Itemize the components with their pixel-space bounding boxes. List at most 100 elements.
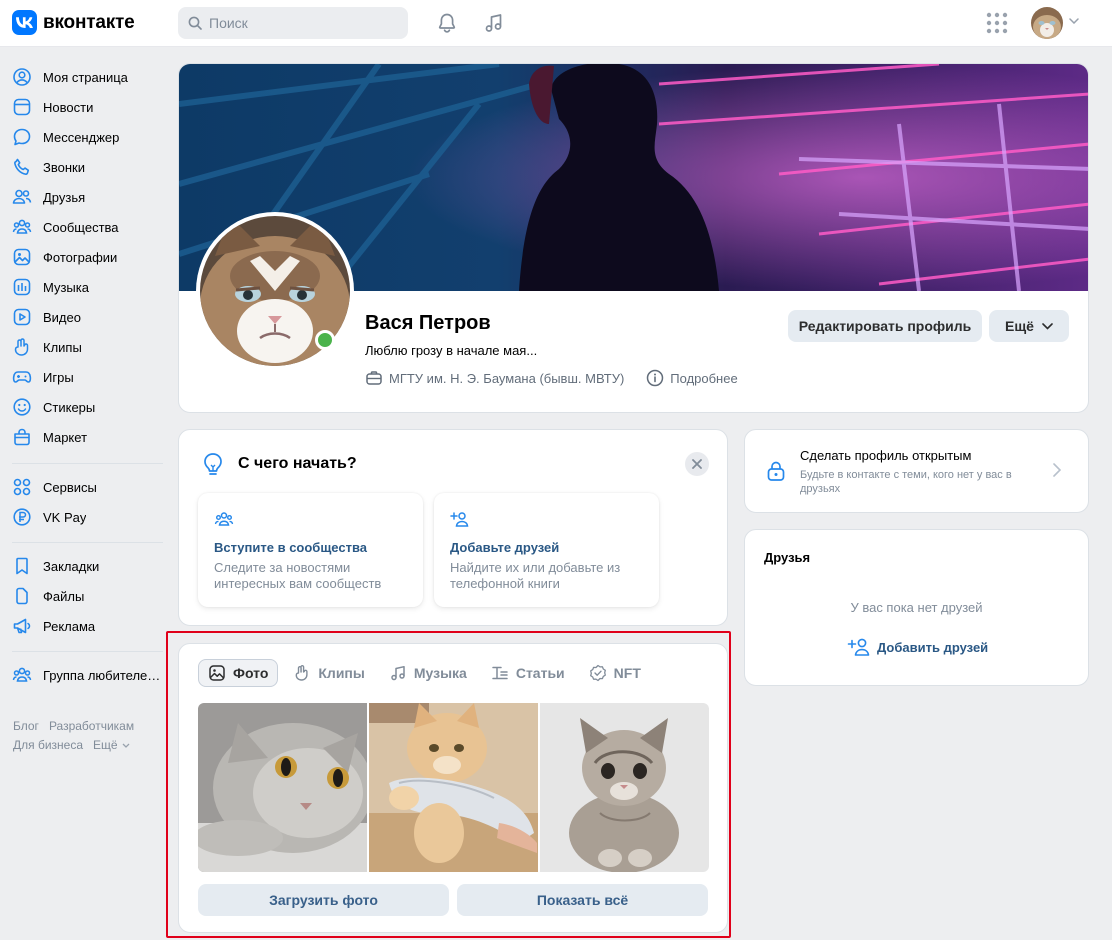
music-note-icon[interactable]	[482, 11, 506, 35]
footer-link-business[interactable]: Для бизнеса	[13, 738, 83, 752]
photo-thumbnail[interactable]	[198, 703, 367, 872]
sidebar-item-label: Звонки	[43, 159, 85, 175]
user-circle-icon	[13, 68, 31, 86]
music-icon	[391, 665, 405, 681]
sidebar-item-communities[interactable]: Сообщества	[12, 213, 167, 241]
profile-status[interactable]: Люблю грозу в начале мая...	[365, 343, 537, 358]
upload-photo-button[interactable]: Загрузить фото	[198, 884, 449, 916]
friends-icon	[12, 189, 32, 204]
tip-join-communities[interactable]: Вступите в сообщества Следите за новостя…	[198, 493, 423, 607]
sidebar-item-friends[interactable]: Друзья	[12, 183, 167, 211]
apps-grid-icon[interactable]	[986, 12, 1008, 34]
media-card: Фото Клипы Музыка Статьи NFT Загрузить ф…	[178, 643, 728, 933]
sidebar-item-label: Фотографии	[43, 249, 118, 265]
vk-logo[interactable]: вконтакте	[12, 10, 135, 35]
search-input[interactable]	[209, 15, 389, 31]
profile-name: Вася Петров	[365, 312, 491, 334]
open-profile-card[interactable]: Сделать профиль открытым Будьте в контак…	[744, 429, 1089, 513]
photo-grid	[198, 703, 709, 872]
profile-details-link[interactable]: Подробнее	[670, 371, 737, 386]
sidebar-item-files[interactable]: Файлы	[12, 582, 167, 610]
top-header: вконтакте	[0, 0, 1112, 47]
sidebar-item-my-page[interactable]: Моя страница	[12, 63, 167, 91]
sidebar-item-services[interactable]: Сервисы	[12, 473, 167, 501]
sidebar-item-clips[interactable]: Клипы	[12, 333, 167, 361]
tip-add-friends[interactable]: Добавьте друзей Найдите их или добавьте …	[434, 493, 659, 607]
sidebar-item-label: Группа любителей…	[43, 667, 167, 683]
sidebar-divider	[12, 463, 163, 464]
online-indicator	[315, 330, 335, 350]
bell-icon[interactable]	[435, 11, 459, 35]
sidebar-item-vk-pay[interactable]: VK Pay	[12, 503, 167, 531]
sidebar-item-label: Друзья	[43, 189, 86, 205]
sidebar-item-video[interactable]: Видео	[12, 303, 167, 331]
services-icon	[13, 478, 31, 496]
lock-icon	[767, 461, 785, 481]
file-icon	[16, 587, 28, 605]
search-box[interactable]	[178, 7, 408, 39]
chevron-down-icon[interactable]	[1069, 18, 1079, 24]
sidebar-item-label: Сервисы	[43, 479, 97, 495]
info-icon	[647, 369, 664, 387]
open-profile-title: Сделать профиль открытым	[800, 448, 972, 463]
close-button[interactable]	[685, 452, 709, 476]
market-icon	[14, 428, 30, 446]
tip-description: Найдите их или добавьте из телефонной кн…	[450, 560, 621, 591]
more-button[interactable]: Ещё	[989, 310, 1069, 342]
sidebar-item-calls[interactable]: Звонки	[12, 153, 167, 181]
tab-photos[interactable]: Фото	[198, 659, 279, 687]
edit-profile-button[interactable]: Редактировать профиль	[788, 310, 982, 342]
sidebar-item-label: Сообщества	[43, 219, 119, 235]
tab-label: Клипы	[318, 665, 365, 681]
tab-clips[interactable]: Клипы	[284, 659, 373, 687]
photo-thumbnail[interactable]	[540, 703, 709, 872]
gamepad-icon	[12, 371, 32, 383]
music-icon	[13, 278, 31, 296]
briefcase-icon	[366, 371, 382, 385]
sidebar-divider	[12, 651, 163, 652]
sidebar-footer-row-2: Для бизнеса Ещё	[13, 738, 130, 752]
sidebar-item-ads[interactable]: Реклама	[12, 612, 167, 640]
friends-empty-text: У вас пока нет друзей	[850, 600, 983, 615]
clips-icon	[14, 338, 29, 356]
sidebar-item-stickers[interactable]: Стикеры	[12, 393, 167, 421]
footer-link-developers[interactable]: Разработчикам	[49, 719, 134, 733]
sidebar-item-label: Реклама	[43, 618, 96, 634]
group-icon	[12, 667, 32, 682]
profile-university[interactable]: МГТУ им. Н. Э. Баумана (бывш. МВТУ)	[389, 371, 624, 386]
sidebar-item-label: Маркет	[43, 429, 88, 445]
header-avatar[interactable]	[1031, 7, 1063, 39]
show-all-button[interactable]: Показать всё	[457, 884, 708, 916]
sidebar-item-group[interactable]: Группа любителей…	[12, 661, 167, 689]
video-icon	[13, 308, 31, 326]
sidebar-item-news[interactable]: Новости	[12, 93, 167, 121]
chevron-down-icon	[122, 743, 130, 748]
footer-link-more[interactable]: Ещё	[93, 738, 130, 752]
getting-started-card: С чего начать? Вступите в сообщества Сле…	[178, 429, 728, 626]
sidebar-item-bookmarks[interactable]: Закладки	[12, 552, 167, 580]
sidebar-item-messenger[interactable]: Мессенджер	[12, 123, 167, 151]
communities-icon	[214, 512, 234, 526]
footer-link-blog[interactable]: Блог	[13, 719, 39, 733]
tab-nft[interactable]: NFT	[580, 659, 650, 687]
add-friends-link[interactable]: Добавить друзей	[847, 637, 988, 657]
sidebar-item-games[interactable]: Игры	[12, 363, 167, 391]
photo-thumbnail[interactable]	[369, 703, 538, 872]
megaphone-icon	[13, 618, 31, 634]
sidebar-item-market[interactable]: Маркет	[12, 423, 167, 451]
sidebar-footer-row-1: Блог Разработчикам	[13, 719, 134, 733]
tab-music[interactable]: Музыка	[380, 659, 476, 687]
sidebar-item-photos[interactable]: Фотографии	[12, 243, 167, 271]
chevron-right-icon	[1053, 463, 1061, 477]
sidebar-item-music[interactable]: Музыка	[12, 273, 167, 301]
add-user-icon	[847, 638, 870, 656]
tab-articles[interactable]: Статьи	[482, 659, 574, 687]
logo-text: вконтакте	[43, 11, 135, 33]
clips-icon	[295, 665, 308, 681]
friends-title[interactable]: Друзья	[764, 550, 810, 565]
communities-icon	[12, 219, 32, 234]
tab-label: Фото	[233, 665, 269, 681]
message-icon	[13, 128, 31, 146]
sidebar-item-label: VK Pay	[43, 509, 87, 525]
profile-card: Вася Петров Люблю грозу в начале мая... …	[178, 63, 1089, 413]
